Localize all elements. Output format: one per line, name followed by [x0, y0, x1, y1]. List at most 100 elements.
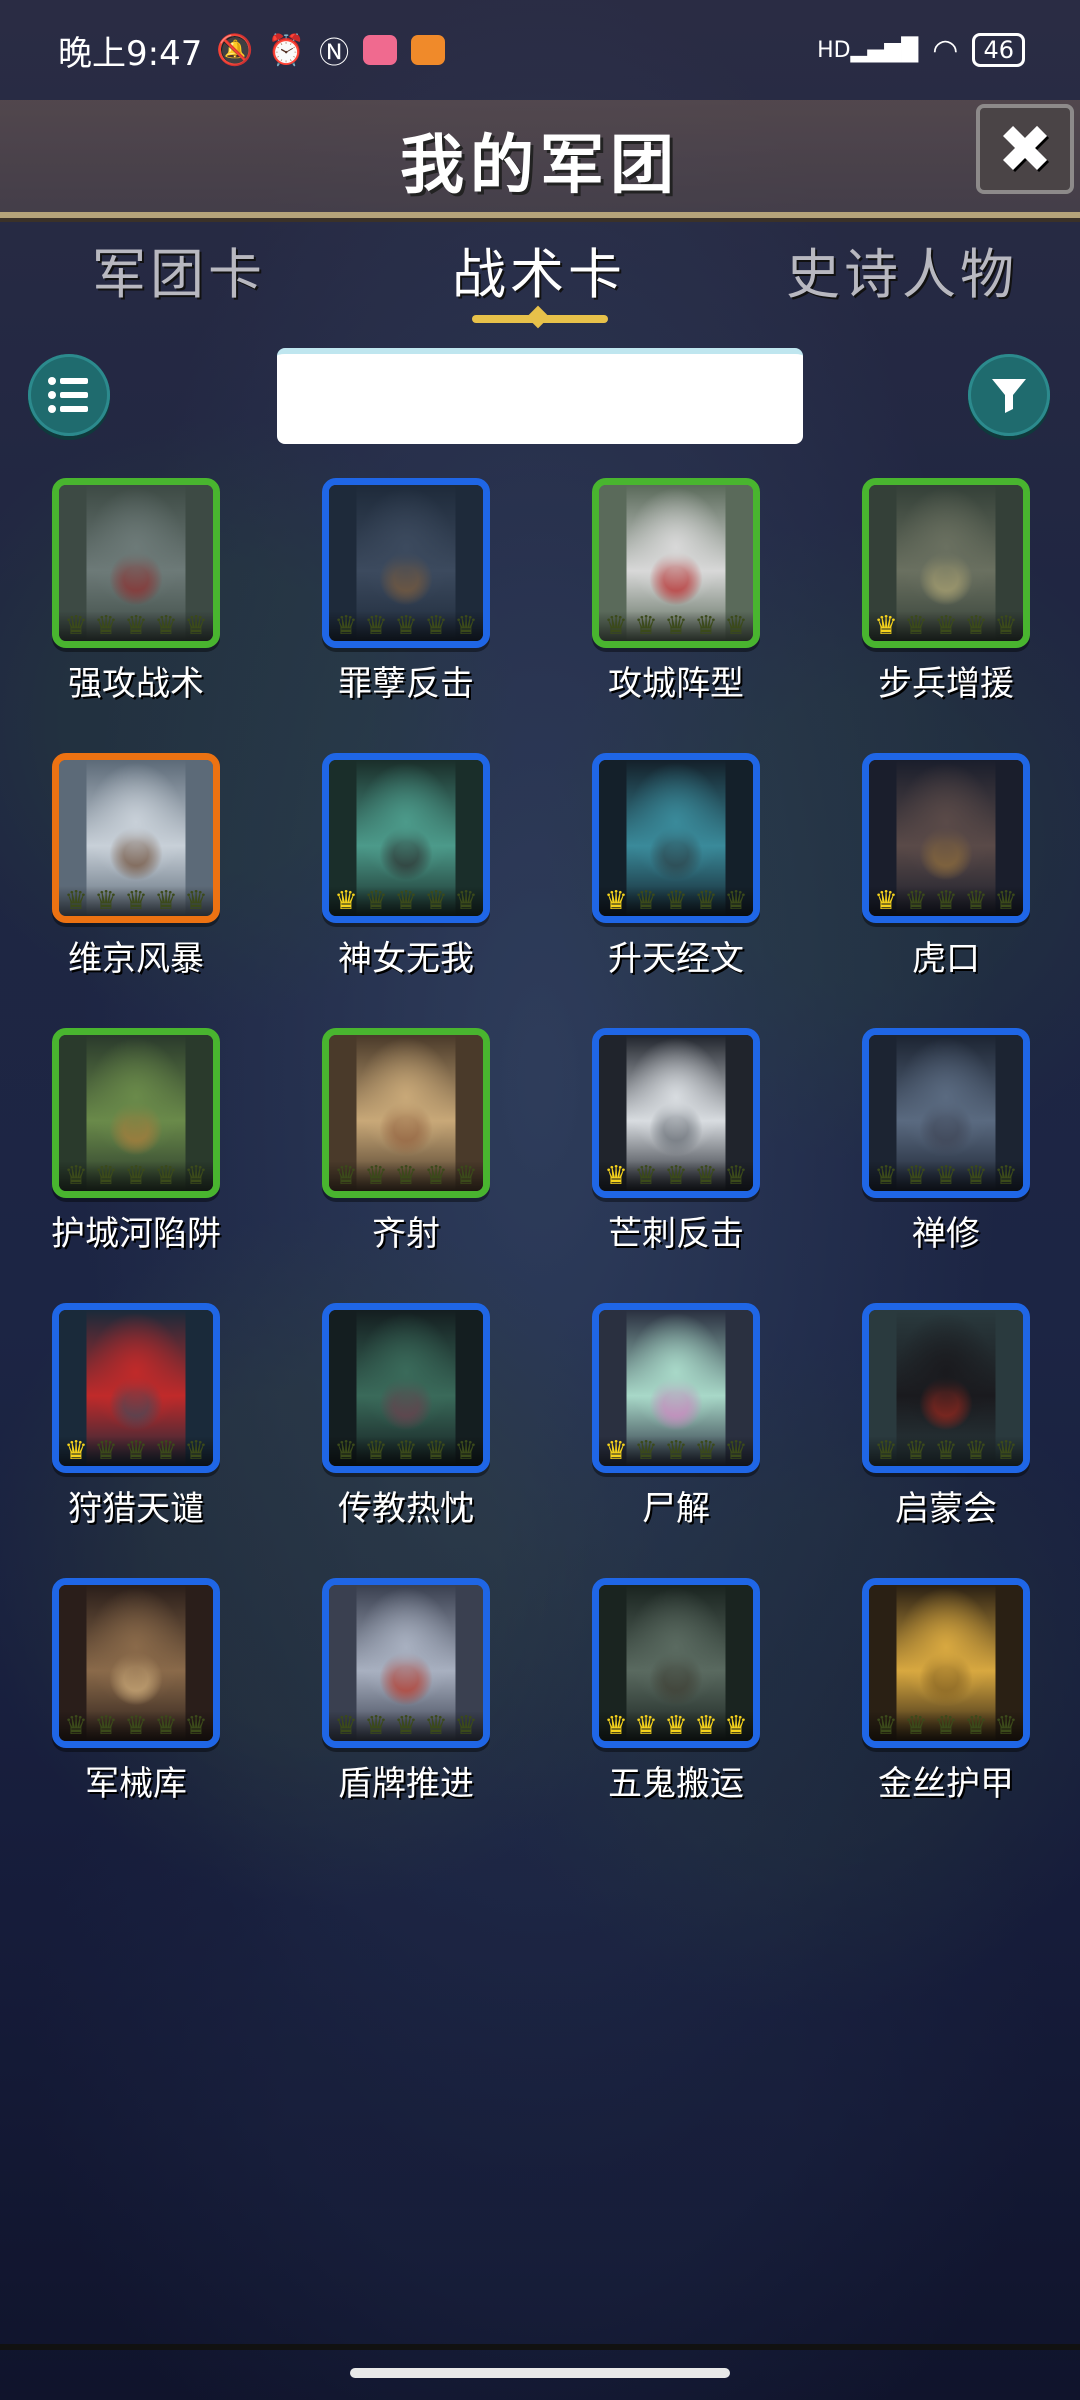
- crown-icon: ♛: [64, 1161, 88, 1191]
- crown-icon: ♛: [334, 1711, 358, 1741]
- crown-rating: ♛ ♛ ♛ ♛ ♛: [869, 1436, 1023, 1466]
- crown-icon: ♛: [904, 611, 928, 641]
- crown-icon: ♛: [364, 886, 388, 916]
- crown-icon: ♛: [424, 886, 448, 916]
- tactic-card[interactable]: ♛ ♛ ♛ ♛ ♛ 虎口: [846, 753, 1046, 1013]
- card-thumbnail: ♛ ♛ ♛ ♛ ♛: [52, 478, 220, 648]
- card-label: 金丝护甲: [878, 1764, 1014, 1804]
- tactic-card[interactable]: ♛ ♛ ♛ ♛ ♛ 强攻战术: [36, 478, 236, 738]
- tactic-card[interactable]: ♛ ♛ ♛ ♛ ♛ 军械库: [36, 1578, 236, 1838]
- crown-icon: ♛: [64, 1711, 88, 1741]
- tactic-card[interactable]: ♛ ♛ ♛ ♛ ♛ 芒刺反击: [576, 1028, 776, 1288]
- crown-icon: ♛: [364, 611, 388, 641]
- crown-icon: ♛: [874, 886, 898, 916]
- crown-icon: ♛: [424, 1161, 448, 1191]
- page-title: 我的军团: [400, 129, 680, 203]
- crown-icon: ♛: [874, 1711, 898, 1741]
- crown-rating: ♛ ♛ ♛ ♛ ♛: [599, 1436, 753, 1466]
- crown-icon: ♛: [364, 1711, 388, 1741]
- close-button[interactable]: ✖: [976, 104, 1074, 194]
- tactic-card[interactable]: ♛ ♛ ♛ ♛ ♛ 五鬼搬运: [576, 1578, 776, 1838]
- card-thumbnail: ♛ ♛ ♛ ♛ ♛: [862, 1303, 1030, 1473]
- tab-tactic-cards[interactable]: 战术卡: [452, 230, 626, 309]
- tactic-card[interactable]: ♛ ♛ ♛ ♛ ♛ 罪孽反击: [306, 478, 506, 738]
- alarm-icon: ⏰: [267, 32, 306, 68]
- list-icon: [48, 377, 88, 413]
- tactic-card[interactable]: ♛ ♛ ♛ ♛ ♛ 盾牌推进: [306, 1578, 506, 1838]
- card-label: 狩猎天谴: [68, 1489, 204, 1529]
- crown-icon: ♛: [154, 886, 178, 916]
- crown-icon: ♛: [724, 611, 748, 641]
- card-label: 传教热忱: [338, 1489, 474, 1529]
- crown-icon: ♛: [64, 886, 88, 916]
- crown-icon: ♛: [994, 1436, 1018, 1466]
- crown-icon: ♛: [694, 1436, 718, 1466]
- crown-rating: ♛ ♛ ♛ ♛ ♛: [59, 886, 213, 916]
- card-label: 五鬼搬运: [608, 1764, 744, 1804]
- card-thumbnail: ♛ ♛ ♛ ♛ ♛: [322, 1028, 490, 1198]
- bird-app-icon: [411, 35, 446, 65]
- crown-icon: ♛: [634, 611, 658, 641]
- crown-icon: ♛: [454, 1711, 478, 1741]
- crown-icon: ♛: [154, 1711, 178, 1741]
- crown-icon: ♛: [874, 611, 898, 641]
- crown-icon: ♛: [154, 611, 178, 641]
- bilibili-app-icon: [363, 35, 398, 65]
- tab-legion-cards[interactable]: 军团卡: [92, 230, 266, 309]
- crown-rating: ♛ ♛ ♛ ♛ ♛: [869, 611, 1023, 641]
- crown-icon: ♛: [124, 886, 148, 916]
- tactic-card[interactable]: ♛ ♛ ♛ ♛ ♛ 护城河陷阱: [36, 1028, 236, 1288]
- crown-icon: ♛: [334, 886, 358, 916]
- tactic-card[interactable]: ♛ ♛ ♛ ♛ ♛ 齐射: [306, 1028, 506, 1288]
- card-thumbnail: ♛ ♛ ♛ ♛ ♛: [52, 753, 220, 923]
- card-label: 芒刺反击: [608, 1214, 744, 1254]
- crown-icon: ♛: [724, 886, 748, 916]
- crown-icon: ♛: [184, 1436, 208, 1466]
- crown-icon: ♛: [334, 1436, 358, 1466]
- tab-epic-heroes[interactable]: 史诗人物: [786, 230, 1018, 309]
- crown-icon: ♛: [334, 611, 358, 641]
- status-left: 晚上9:47 🔕 ⏰ Ⓝ: [58, 26, 446, 75]
- crown-rating: ♛ ♛ ♛ ♛ ♛: [329, 1711, 483, 1741]
- tactic-card[interactable]: ♛ ♛ ♛ ♛ ♛ 步兵增援: [846, 478, 1046, 738]
- crown-icon: ♛: [964, 1436, 988, 1466]
- crown-icon: ♛: [454, 1436, 478, 1466]
- tactic-card[interactable]: ♛ ♛ ♛ ♛ ♛ 维京风暴: [36, 753, 236, 1013]
- crown-icon: ♛: [694, 1711, 718, 1741]
- crown-icon: ♛: [94, 886, 118, 916]
- card-thumbnail: ♛ ♛ ♛ ♛ ♛: [52, 1303, 220, 1473]
- crown-icon: ♛: [664, 611, 688, 641]
- home-indicator[interactable]: [350, 2368, 730, 2378]
- crown-icon: ♛: [124, 1161, 148, 1191]
- card-thumbnail: ♛ ♛ ♛ ♛ ♛: [862, 478, 1030, 648]
- crown-icon: ♛: [724, 1161, 748, 1191]
- list-view-button[interactable]: [28, 354, 110, 436]
- tactic-card[interactable]: ♛ ♛ ♛ ♛ ♛ 金丝护甲: [846, 1578, 1046, 1838]
- search-input[interactable]: [277, 348, 803, 444]
- crown-icon: ♛: [94, 1436, 118, 1466]
- crown-icon: ♛: [904, 886, 928, 916]
- crown-icon: ♛: [664, 1436, 688, 1466]
- card-label: 罪孽反击: [338, 664, 474, 704]
- mute-bell-icon: 🔕: [216, 32, 254, 68]
- tactic-card[interactable]: ♛ ♛ ♛ ♛ ♛ 禅修: [846, 1028, 1046, 1288]
- tactic-card[interactable]: ♛ ♛ ♛ ♛ ♛ 升天经文: [576, 753, 776, 1013]
- tactic-card[interactable]: ♛ ♛ ♛ ♛ ♛ 传教热忱: [306, 1303, 506, 1563]
- card-label: 军械库: [85, 1764, 187, 1804]
- filter-button[interactable]: [968, 354, 1050, 436]
- tactic-card[interactable]: ♛ ♛ ♛ ♛ ♛ 狩猎天谴: [36, 1303, 236, 1563]
- card-thumbnail: ♛ ♛ ♛ ♛ ♛: [592, 753, 760, 923]
- tactic-card[interactable]: ♛ ♛ ♛ ♛ ♛ 神女无我: [306, 753, 506, 1013]
- crown-icon: ♛: [634, 1161, 658, 1191]
- card-label: 神女无我: [338, 939, 474, 979]
- tactic-card[interactable]: ♛ ♛ ♛ ♛ ♛ 攻城阵型: [576, 478, 776, 738]
- card-thumbnail: ♛ ♛ ♛ ♛ ♛: [862, 1578, 1030, 1748]
- tactic-card[interactable]: ♛ ♛ ♛ ♛ ♛ 启蒙会: [846, 1303, 1046, 1563]
- crown-icon: ♛: [604, 886, 628, 916]
- tactic-card[interactable]: ♛ ♛ ♛ ♛ ♛ 尸解: [576, 1303, 776, 1563]
- nfc-icon: Ⓝ: [319, 36, 350, 71]
- crown-icon: ♛: [904, 1161, 928, 1191]
- crown-icon: ♛: [184, 611, 208, 641]
- crown-icon: ♛: [934, 1711, 958, 1741]
- crown-icon: ♛: [394, 611, 418, 641]
